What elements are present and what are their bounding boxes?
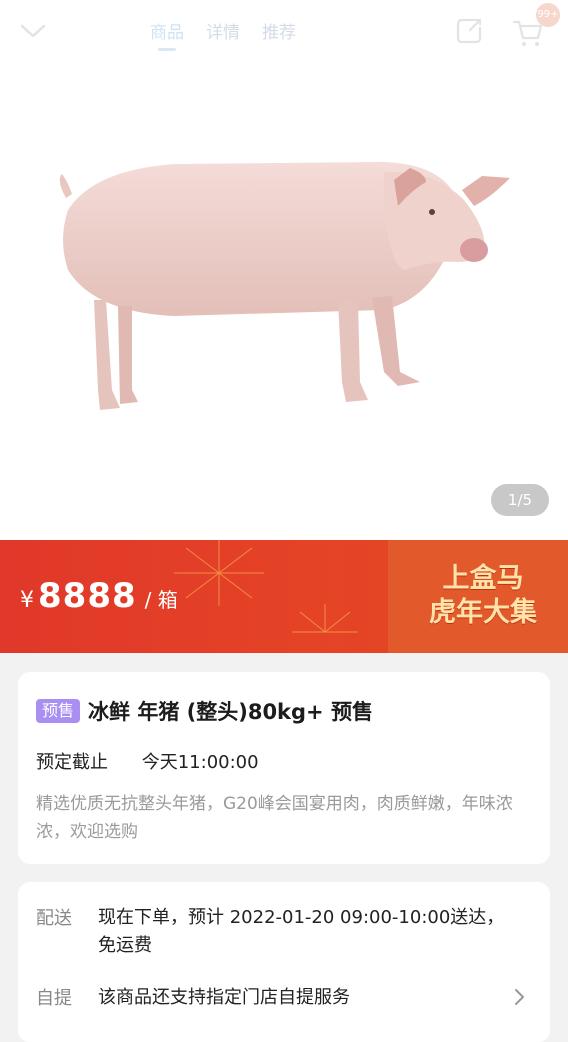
tab-recommend[interactable]: 推荐 — [262, 18, 296, 43]
chevron-down-icon[interactable] — [16, 14, 50, 48]
product-description: 精选优质无抗整头年猪，G20峰会国宴用肉，肉质鲜嫩，年味浓浓，欢迎选购 — [36, 794, 513, 842]
pickup-label: 自提 — [36, 988, 72, 1009]
price-banner: ¥ 8888 / 箱 上盒马 虎年大集 — [0, 540, 568, 653]
share-icon[interactable] — [452, 14, 486, 48]
tab-bar: 商品 详情 推荐 — [150, 18, 296, 51]
pig-image — [59, 162, 510, 410]
image-pager: 1/5 — [491, 484, 549, 516]
price-amount: 8888 — [38, 576, 137, 616]
tab-details[interactable]: 详情 — [206, 18, 240, 43]
deadline-row: 预定截止 今天11:00:00 — [36, 748, 259, 774]
delivery-text: 现在下单，预计 2022-01-20 09:00-10:00送达，免运费 — [98, 907, 505, 956]
product-image-gallery[interactable]: 1/5 — [0, 0, 568, 540]
deadline-label: 预定截止 — [36, 752, 108, 773]
promo-line-1: 上盒马 — [442, 563, 524, 594]
tab-product[interactable]: 商品 — [150, 18, 184, 51]
product-info-card: 预售 冰鲜 年猪 (整头)80kg+ 预售 预定截止 今天11:00:00 精选… — [18, 672, 550, 864]
title-row: 预售 冰鲜 年猪 (整头)80kg+ 预售 — [36, 696, 373, 726]
presale-badge: 预售 — [36, 699, 81, 723]
pickup-text: 该商品还支持指定门店自提服务 — [98, 987, 350, 1008]
delivery-card: 配送 现在下单，预计 2022-01-20 09:00-10:00送达，免运费 … — [18, 882, 550, 1042]
chevron-right-icon[interactable] — [512, 986, 528, 1008]
deadline-value: 今天11:00:00 — [141, 752, 259, 773]
firework-decoration — [174, 540, 264, 606]
promo-logo: 上盒马 虎年大集 — [418, 562, 548, 630]
price-unit: / 箱 — [144, 588, 178, 612]
currency-symbol: ¥ — [20, 588, 34, 613]
firework-decoration — [292, 604, 358, 633]
price: ¥ 8888 / 箱 — [20, 576, 178, 616]
delivery-label: 配送 — [36, 908, 72, 929]
product-title: 冰鲜 年猪 (整头)80kg+ 预售 — [88, 700, 373, 724]
cart-count-badge: 99+ — [536, 3, 560, 27]
promo-line-2: 虎年大集 — [429, 597, 537, 628]
top-bar: 商品 详情 推荐 99+ — [0, 0, 568, 64]
